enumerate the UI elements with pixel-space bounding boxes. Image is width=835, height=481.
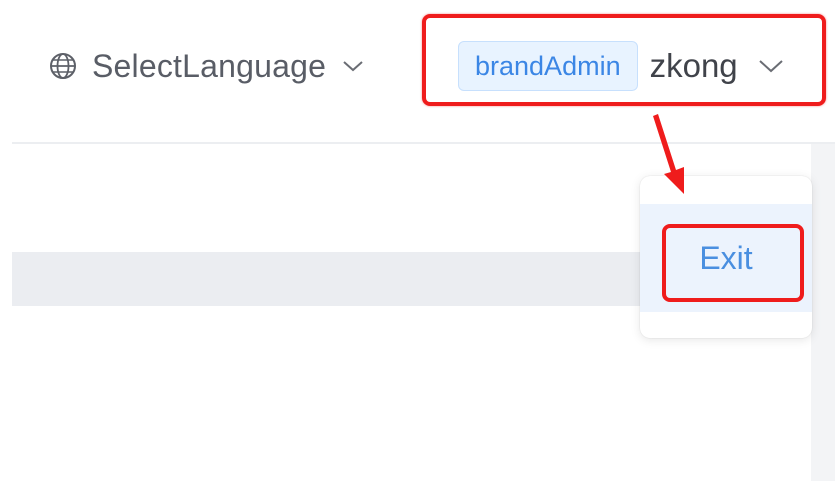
- language-selector[interactable]: SelectLanguage: [46, 43, 364, 89]
- language-selector-label: SelectLanguage: [92, 47, 327, 84]
- chevron-down-icon: [342, 59, 364, 73]
- annotation-box-user: [422, 14, 826, 106]
- globe-icon: [46, 49, 80, 83]
- right-rail: [811, 144, 835, 481]
- annotation-arrow: [653, 114, 684, 194]
- header-divider: [12, 142, 835, 144]
- app-screen: SelectLanguage brandAdmin zkong Exit: [0, 0, 835, 481]
- annotation-box-exit: [662, 224, 804, 302]
